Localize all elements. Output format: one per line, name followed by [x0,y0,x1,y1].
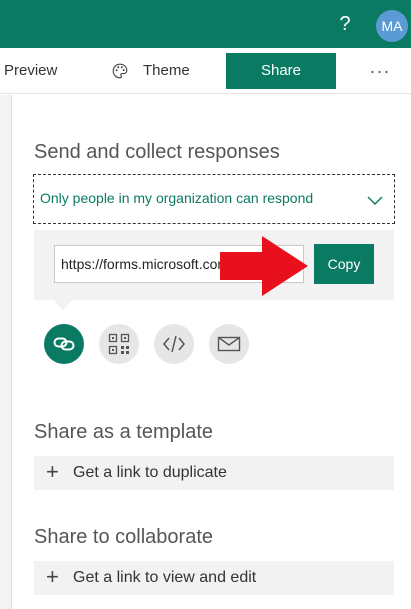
embed-icon [163,335,185,353]
theme-label: Theme [143,62,190,79]
red-arrow-annotation [220,236,308,296]
user-avatar[interactable]: MA [376,10,408,42]
share-link-option[interactable] [44,324,84,364]
plus-icon: + [46,459,59,484]
link-panel-pointer [52,298,74,310]
toolbar: Preview Theme Share ··· [0,48,411,94]
audience-dropdown[interactable]: Only people in my organization can respo… [33,174,395,224]
palette-icon [112,63,128,79]
template-section-title: Share as a template [34,421,213,443]
qr-code-icon [108,333,130,355]
theme-button[interactable]: Theme [112,48,190,94]
share-qr-option[interactable] [99,324,139,364]
edit-link-label: Get a link to view and edit [73,569,257,586]
share-email-option[interactable] [209,324,249,364]
share-tab[interactable]: Share [226,53,336,89]
copy-button[interactable]: Copy [314,244,374,284]
help-button[interactable]: ? [337,12,353,36]
send-section-title: Send and collect responses [34,141,280,163]
app-header: ? MA [0,0,411,48]
email-icon [217,336,241,352]
audience-selected-value: Only people in my organization can respo… [40,190,314,206]
plus-icon: + [46,564,59,589]
link-icon [53,337,75,351]
share-embed-option[interactable] [154,324,194,364]
left-rail [0,95,12,609]
duplicate-link-button[interactable]: + Get a link to duplicate [34,456,394,490]
edit-link-button[interactable]: + Get a link to view and edit [34,561,394,595]
more-options-button[interactable]: ··· [369,48,391,94]
collaborate-section-title: Share to collaborate [34,526,214,548]
chevron-down-icon [367,196,383,205]
duplicate-link-label: Get a link to duplicate [73,464,227,481]
preview-button[interactable]: Preview [4,48,57,94]
